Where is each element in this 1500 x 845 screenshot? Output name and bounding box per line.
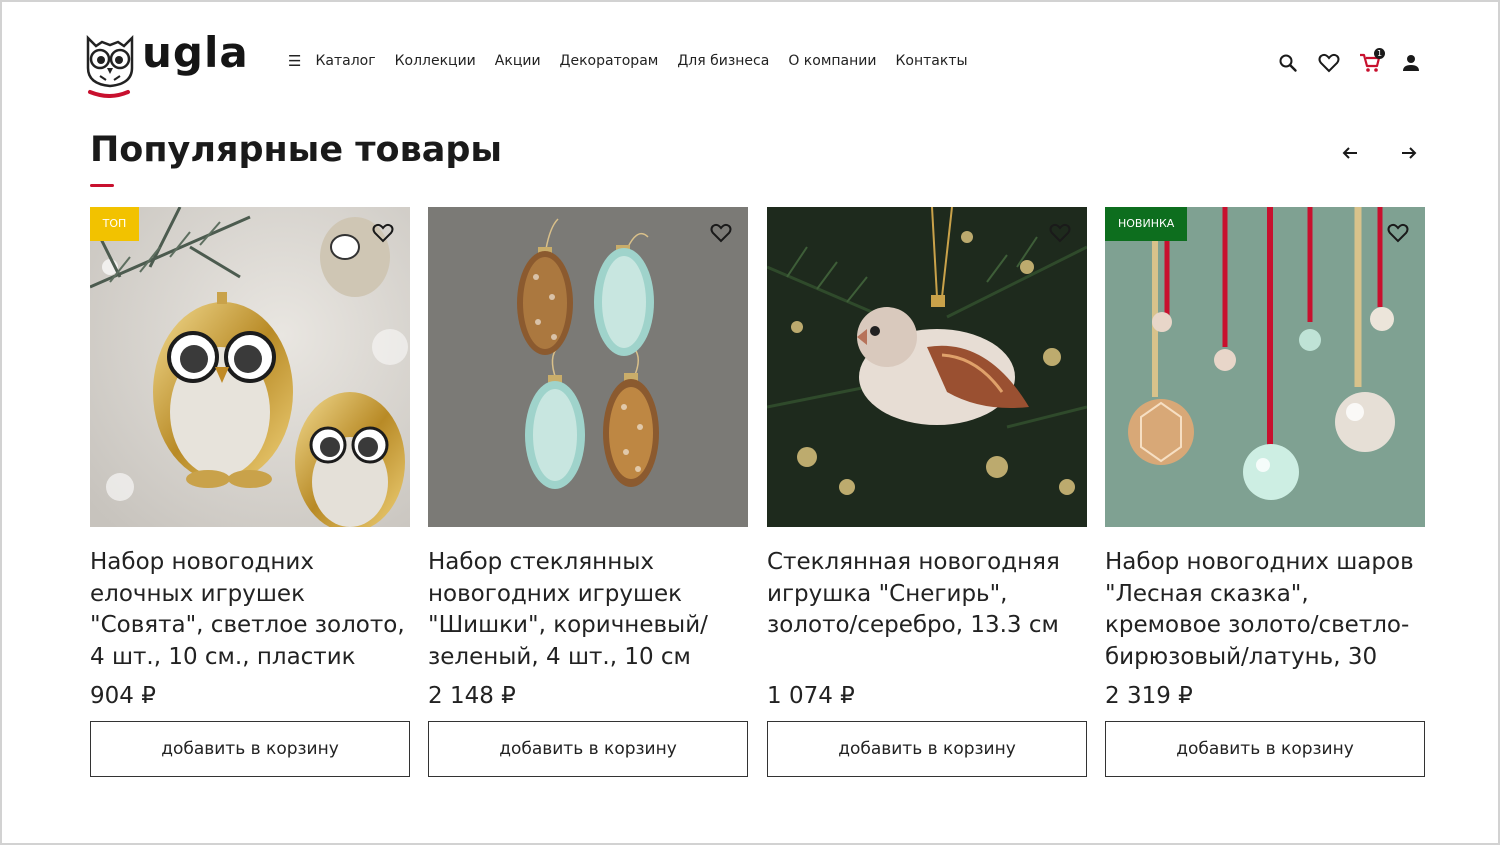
new-badge: Новинка (1105, 207, 1188, 241)
add-to-cart-button[interactable]: добавить в корзину (90, 721, 410, 777)
cart-count-badge: 1 (1374, 48, 1385, 59)
title-underline (90, 184, 114, 187)
product-image[interactable]: Новинка (1105, 207, 1425, 527)
main-nav: ☰ Каталог Коллекции Акции Декораторам Дл… (288, 52, 987, 70)
heart-icon[interactable] (1316, 50, 1342, 76)
nav-item-about[interactable]: О компании (788, 53, 876, 69)
heart-icon[interactable] (372, 223, 394, 245)
nav-item-business[interactable]: Для бизнеса (677, 53, 769, 69)
owl-logo-icon (86, 34, 134, 98)
nav-item-contacts[interactable]: Контакты (895, 53, 967, 69)
add-to-cart-button[interactable]: добавить в корзину (767, 721, 1087, 777)
product-price: 2 319 ₽ (1105, 683, 1193, 709)
arrow-left-icon[interactable] (1337, 140, 1363, 166)
product-price: 1 074 ₽ (767, 683, 855, 709)
nav-item-decorators[interactable]: Декораторам (560, 53, 659, 69)
page: ugla ☰ Каталог Коллекции Акции Декоратор… (0, 0, 1500, 845)
heart-icon[interactable] (1387, 223, 1409, 245)
logo[interactable]: ugla (82, 28, 257, 98)
pinecone-ornament-image (428, 207, 748, 527)
menu-icon[interactable]: ☰ (288, 52, 301, 70)
product-image[interactable] (767, 207, 1087, 527)
bird-ornament-image (767, 207, 1087, 527)
heart-icon[interactable] (710, 223, 732, 245)
top-badge: топ (90, 207, 139, 241)
ball-ornaments-image (1105, 207, 1425, 527)
brand-name: ugla (142, 28, 249, 77)
product-image[interactable]: топ (90, 207, 410, 527)
owl-ornament-image (90, 207, 410, 527)
add-to-cart-button[interactable]: добавить в корзину (1105, 721, 1425, 777)
product-name[interactable]: Набор новогодних шаров "Лесная сказка", … (1105, 547, 1425, 675)
product-image[interactable] (428, 207, 748, 527)
product-card[interactable]: Набор стеклянных новогодних игрушек "Шиш… (428, 207, 748, 777)
product-name[interactable]: Набор новогодних елочных игрушек "Совята… (90, 547, 410, 675)
cart-icon[interactable]: 1 (1357, 48, 1385, 76)
user-icon[interactable] (1398, 50, 1424, 76)
heart-icon[interactable] (1049, 223, 1071, 245)
arrow-right-icon[interactable] (1396, 140, 1422, 166)
product-price: 904 ₽ (90, 683, 156, 709)
header-actions: 1 (1260, 48, 1424, 76)
product-name[interactable]: Стеклянная новогодняя игрушка "Снегирь",… (767, 547, 1087, 675)
nav-item-catalog[interactable]: Каталог (315, 53, 375, 69)
product-card[interactable]: Новинка Набор новогодних шаров "Лесная с… (1105, 207, 1425, 777)
carousel-controls (1304, 140, 1422, 166)
nav-item-promotions[interactable]: Акции (495, 53, 541, 69)
search-icon[interactable] (1275, 50, 1301, 76)
nav-item-collections[interactable]: Коллекции (395, 53, 476, 69)
add-to-cart-button[interactable]: добавить в корзину (428, 721, 748, 777)
section-title: Популярные товары (90, 130, 503, 170)
product-card[interactable]: топ Набор новогодних елочных игрушек "Со… (90, 207, 410, 777)
product-name[interactable]: Набор стеклянных новогодних игрушек "Шиш… (428, 547, 748, 675)
product-price: 2 148 ₽ (428, 683, 516, 709)
product-card[interactable]: Стеклянная новогодняя игрушка "Снегирь",… (767, 207, 1087, 777)
